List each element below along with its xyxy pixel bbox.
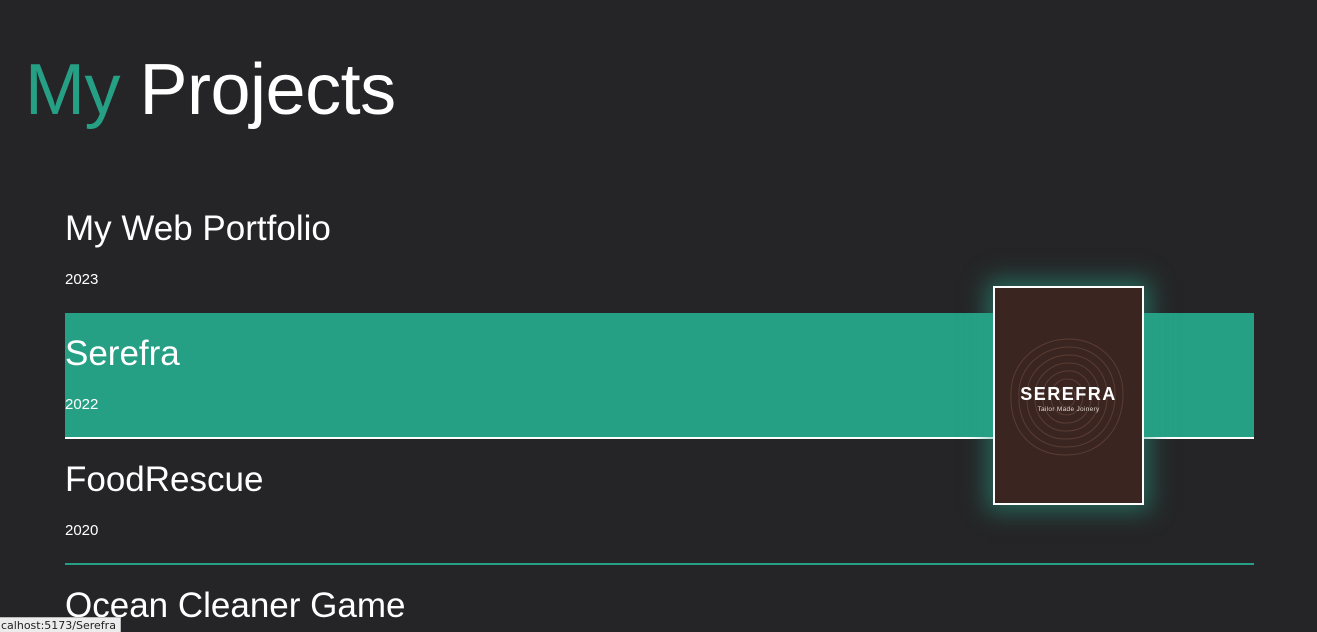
projects-page: My Projects My Web Portfolio 2023 Serefr… xyxy=(0,0,1317,632)
project-name: Serefra xyxy=(65,334,180,373)
project-item-ocean-cleaner-game[interactable]: Ocean Cleaner Game xyxy=(65,565,1254,632)
status-bar-url: calhost:5173/Serefra xyxy=(0,617,121,632)
project-name: FoodRescue xyxy=(65,460,264,499)
project-year: 2023 xyxy=(65,271,99,288)
preview-logo-text: SEREFRA xyxy=(1020,384,1117,404)
project-year: 2020 xyxy=(65,522,99,539)
project-name: My Web Portfolio xyxy=(65,209,331,248)
project-year: 2022 xyxy=(65,396,99,413)
preview-logo-tagline: Tailor Made Joinery xyxy=(1037,406,1100,413)
project-preview-card: SEREFRA Tailor Made Joinery xyxy=(993,286,1144,505)
page-title-rest: Projects xyxy=(139,50,397,130)
page-title: My Projects xyxy=(25,50,396,130)
page-title-accent: My xyxy=(25,50,120,130)
